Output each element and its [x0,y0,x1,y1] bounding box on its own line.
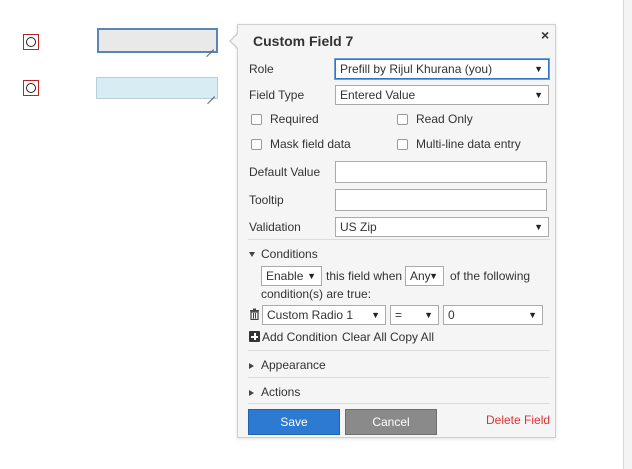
conditions-header[interactable]: Conditions [249,247,318,261]
plus-icon[interactable] [249,331,260,342]
role-label: Role [249,62,274,76]
validation-select[interactable]: US Zip ▼ [335,217,549,237]
condition-operator-select[interactable]: = ▼ [390,305,439,325]
caret-down-icon: ▼ [424,310,433,320]
cancel-button[interactable]: Cancel [345,409,437,435]
field-type-label: Field Type [249,88,305,102]
copy-all-link[interactable]: Copy All [390,330,434,344]
resize-grip-icon [207,89,215,97]
trash-icon[interactable] [249,308,260,321]
actions-label: Actions [261,385,301,399]
mask-field-checkbox[interactable] [251,139,262,150]
add-condition-link[interactable]: Add Condition [262,330,337,344]
delete-field-link[interactable]: Delete Field [486,413,550,427]
condition-match-value: Any [410,269,431,283]
validation-select-value: US Zip [340,220,377,234]
triangle-down-icon [249,252,255,258]
condition-text-2: of the following [450,269,531,283]
condition-match-select[interactable]: Any ▼ [405,266,444,286]
caret-down-icon: ▼ [534,64,543,74]
triangle-right-icon [249,362,254,369]
caret-down-icon: ▼ [534,90,543,100]
role-select[interactable]: Prefill by Rijul Khurana (you) ▼ [335,59,549,79]
field-type-select-value: Entered Value [340,88,416,102]
triangle-right-icon [249,389,254,396]
divider [248,350,550,351]
save-button[interactable]: Save [248,409,340,435]
condition-operator-value: = [395,308,403,322]
condition-text-3: condition(s) are true: [261,287,372,301]
default-value-input[interactable] [335,161,547,183]
tooltip-input[interactable] [335,189,547,211]
condition-action-value: Enable [266,269,304,283]
resize-grip-icon [206,42,214,50]
multi-line-label: Multi-line data entry [416,137,521,151]
field-properties-panel: Custom Field 7 × Role Prefill by Rijul K… [237,24,556,438]
appearance-section[interactable]: Appearance [249,358,326,372]
divider [248,239,550,240]
condition-field-value: Custom Radio 1 [267,308,354,322]
multi-line-checkbox[interactable] [397,139,408,150]
condition-field-select[interactable]: Custom Radio 1 ▼ [262,305,386,325]
text-field-selected[interactable] [97,28,218,53]
condition-value-select[interactable]: 0 ▼ [443,305,543,325]
text-field[interactable] [96,77,218,99]
clear-all-link[interactable]: Clear All [342,330,387,344]
required-label: Required [270,112,319,126]
read-only-label: Read Only [416,112,473,126]
divider [248,403,550,404]
caret-down-icon: ▼ [528,310,537,320]
condition-action-select[interactable]: Enable ▼ [261,266,322,286]
radio-field-1[interactable] [23,34,39,50]
panel-pointer-inner [231,33,239,49]
actions-section[interactable]: Actions [249,385,300,399]
validation-label: Validation [249,220,301,234]
caret-down-icon: ▼ [534,222,543,232]
condition-value-value: 0 [448,308,455,322]
radio-icon [26,37,36,47]
caret-down-icon: ▼ [429,271,438,281]
condition-text-1: this field when [326,269,403,283]
appearance-label: Appearance [261,358,326,372]
required-checkbox[interactable] [251,114,262,125]
role-select-value: Prefill by Rijul Khurana (you) [340,62,493,76]
field-type-select[interactable]: Entered Value ▼ [335,85,549,105]
read-only-checkbox[interactable] [397,114,408,125]
canvas-scroll-edge [623,0,632,469]
close-icon[interactable]: × [541,27,549,43]
default-value-label: Default Value [249,165,321,179]
conditions-header-label: Conditions [261,247,318,261]
mask-field-label: Mask field data [270,137,351,151]
tooltip-label: Tooltip [249,193,284,207]
radio-field-2[interactable] [23,80,39,96]
caret-down-icon: ▼ [371,310,380,320]
radio-icon [26,83,36,93]
caret-down-icon: ▼ [307,271,316,281]
divider [248,377,550,378]
panel-title: Custom Field 7 [253,33,354,49]
